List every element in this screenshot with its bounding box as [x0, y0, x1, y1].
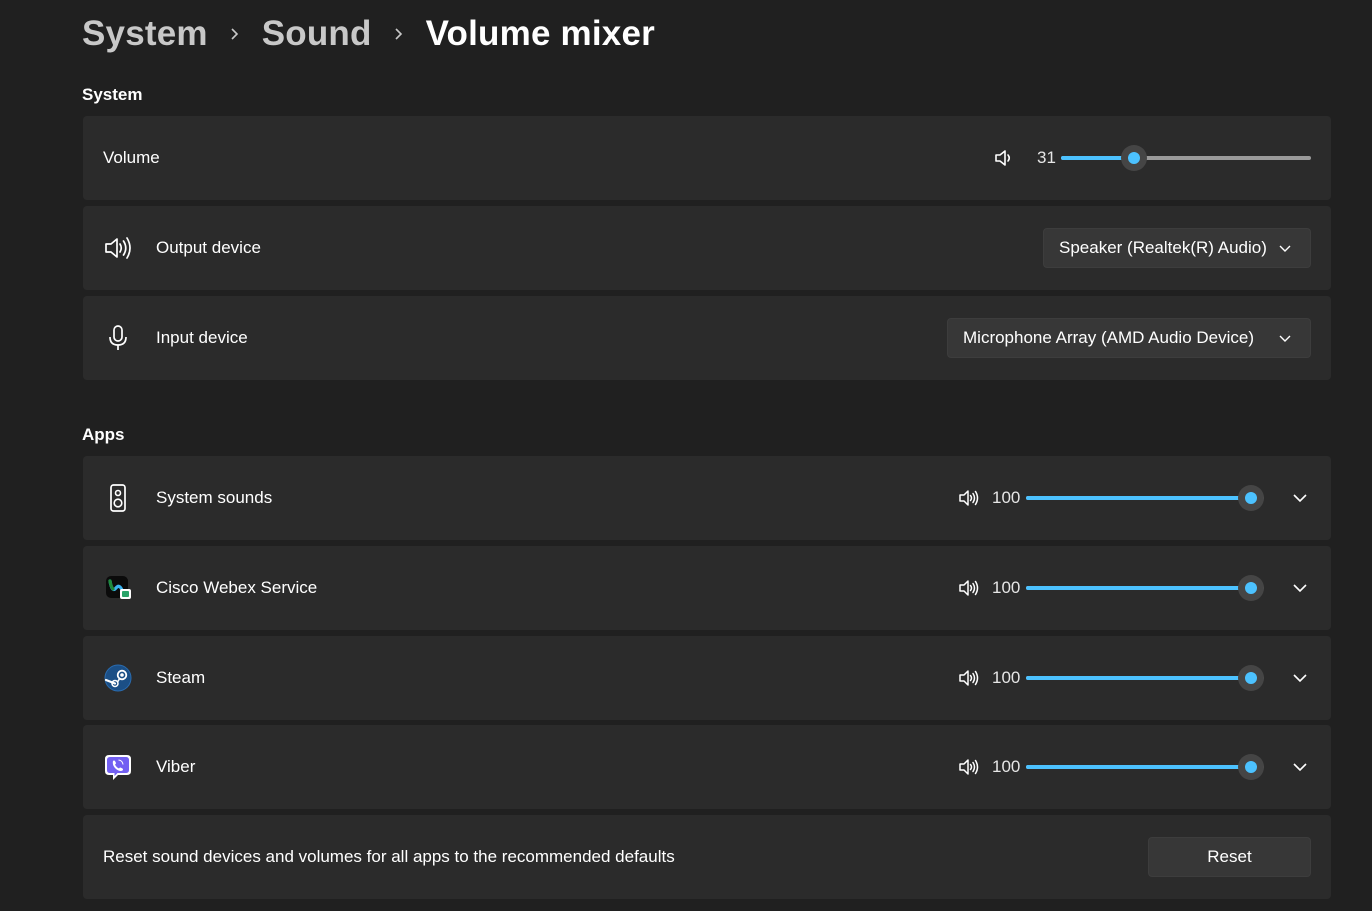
app-volume-value: 100: [992, 578, 1020, 598]
output-device-dropdown[interactable]: Speaker (Realtek(R) Audio): [1043, 228, 1311, 268]
app-name: Cisco Webex Service: [156, 578, 317, 598]
speaker-low-icon[interactable]: [993, 147, 1015, 169]
app-name: System sounds: [156, 488, 272, 508]
chevron-right-icon: [208, 27, 262, 41]
app-row-steam: Steam 100: [83, 636, 1331, 720]
chevron-down-icon[interactable]: [1289, 487, 1311, 509]
slider-thumb[interactable]: [1121, 145, 1147, 171]
app-volume-slider[interactable]: [1026, 676, 1264, 680]
app-row-viber: Viber 100: [83, 725, 1331, 809]
app-volume-value: 100: [992, 757, 1020, 777]
app-name: Viber: [156, 757, 195, 777]
speaker-box-icon: [103, 483, 133, 513]
reset-card: Reset sound devices and volumes for all …: [83, 815, 1331, 899]
chevron-down-icon[interactable]: [1289, 756, 1311, 778]
app-volume-value: 100: [992, 668, 1020, 688]
system-volume-card: Volume 31: [83, 116, 1331, 200]
speaker-icon[interactable]: [958, 667, 980, 689]
page-title: Volume mixer: [426, 14, 655, 54]
breadcrumb-system[interactable]: System: [82, 14, 208, 54]
chevron-down-icon[interactable]: [1289, 577, 1311, 599]
webex-icon: [103, 573, 133, 603]
input-device-dropdown[interactable]: Microphone Array (AMD Audio Device): [947, 318, 1311, 358]
output-device-selected: Speaker (Realtek(R) Audio): [1059, 238, 1267, 258]
system-volume-value: 31: [1037, 148, 1056, 168]
reset-description: Reset sound devices and volumes for all …: [103, 847, 675, 867]
app-volume-value: 100: [992, 488, 1020, 508]
chevron-down-icon: [1278, 241, 1292, 255]
input-device-label: Input device: [156, 328, 248, 348]
chevron-right-icon: [372, 27, 426, 41]
speaker-icon[interactable]: [958, 756, 980, 778]
chevron-down-icon[interactable]: [1289, 667, 1311, 689]
system-volume-slider[interactable]: [1061, 156, 1311, 160]
steam-icon: [103, 663, 133, 693]
app-row-system-sounds: System sounds 100: [83, 456, 1331, 540]
speaker-icon[interactable]: [958, 487, 980, 509]
microphone-icon: [103, 323, 133, 353]
slider-fill: [1026, 586, 1251, 590]
app-volume-slider[interactable]: [1026, 586, 1264, 590]
output-device-label: Output device: [156, 238, 261, 258]
output-device-card: Output device Speaker (Realtek(R) Audio): [83, 206, 1331, 290]
viber-icon: [103, 752, 133, 782]
app-name: Steam: [156, 668, 205, 688]
speaker-icon[interactable]: [958, 577, 980, 599]
breadcrumb: System Sound Volume mixer: [82, 14, 655, 54]
slider-fill: [1026, 676, 1251, 680]
input-device-card: Input device Microphone Array (AMD Audio…: [83, 296, 1331, 380]
slider-thumb[interactable]: [1238, 485, 1264, 511]
breadcrumb-sound[interactable]: Sound: [262, 14, 372, 54]
slider-thumb[interactable]: [1238, 754, 1264, 780]
reset-button[interactable]: Reset: [1148, 837, 1311, 877]
slider-fill: [1026, 765, 1251, 769]
input-device-selected: Microphone Array (AMD Audio Device): [963, 328, 1254, 348]
slider-thumb[interactable]: [1238, 575, 1264, 601]
section-title-apps: Apps: [82, 425, 125, 445]
volume-label: Volume: [103, 148, 160, 168]
section-title-system: System: [82, 85, 142, 105]
chevron-down-icon: [1278, 331, 1292, 345]
speaker-icon: [103, 233, 133, 263]
app-row-cisco-webex: Cisco Webex Service 100: [83, 546, 1331, 630]
app-volume-slider[interactable]: [1026, 496, 1264, 500]
app-volume-slider[interactable]: [1026, 765, 1264, 769]
slider-fill: [1026, 496, 1251, 500]
slider-thumb[interactable]: [1238, 665, 1264, 691]
